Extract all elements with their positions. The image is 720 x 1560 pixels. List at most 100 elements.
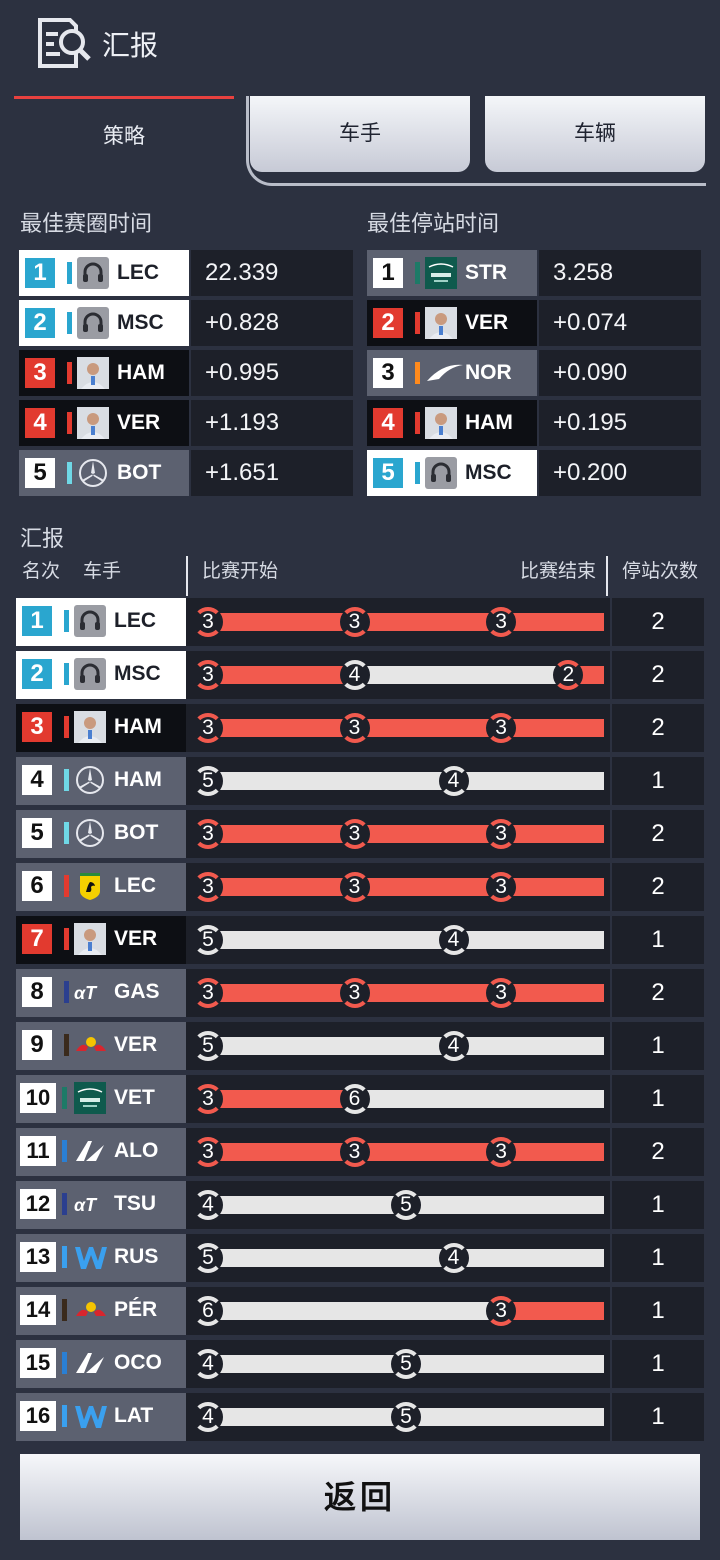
team-color-bar xyxy=(64,1034,69,1056)
time-value: +0.074 xyxy=(539,300,701,346)
team-color-bar xyxy=(64,716,69,738)
report-row[interactable]: 6 LEC 3 3 3 2 xyxy=(14,863,706,911)
driver-name: HAM xyxy=(117,361,165,384)
stint-timeline: 54 xyxy=(186,916,610,964)
back-button[interactable]: 返回 xyxy=(20,1454,700,1540)
driver-cell: 16 LAT xyxy=(16,1393,186,1441)
podium-row: 4 HAM +0.195 xyxy=(367,400,701,446)
team-color-bar xyxy=(62,1352,67,1374)
report-row[interactable]: 8 αT GAS 3 3 3 2 xyxy=(14,969,706,1017)
report-row[interactable]: 1 LEC 3 3 3 2 xyxy=(14,598,706,646)
stint-bar xyxy=(501,1302,604,1320)
pit-stop-count: 2 xyxy=(612,704,704,752)
driver-name: MSC xyxy=(114,662,161,685)
driver-name: LAT xyxy=(114,1404,154,1427)
position-badge: 2 xyxy=(22,659,52,689)
time-value: +0.828 xyxy=(191,300,353,346)
stint-bar xyxy=(354,666,569,684)
stint-bar xyxy=(208,1037,454,1055)
headset-icon xyxy=(77,257,109,289)
tab-bar: 策略 车手 车辆 xyxy=(14,96,706,188)
report-row[interactable]: 13 RUS 541 xyxy=(14,1234,706,1282)
header: 汇报 xyxy=(0,0,720,92)
stint-timeline: 3 3 3 xyxy=(186,863,610,911)
best-lap-label: 最佳赛圈时间 xyxy=(20,211,153,236)
stint-timeline: 3 3 3 xyxy=(186,969,610,1017)
time-value: +1.193 xyxy=(191,400,353,446)
report-row[interactable]: 3 HAM 3 3 3 2 xyxy=(14,704,706,752)
tyre-compound-icon: 3 xyxy=(486,607,517,637)
tyre-compound-icon: 4 xyxy=(438,1243,469,1273)
driver-name: VET xyxy=(114,1086,155,1109)
team-color-bar xyxy=(415,362,420,384)
pit-stop-count: 1 xyxy=(612,916,704,964)
team-color-bar xyxy=(64,610,69,632)
alpine-logo xyxy=(74,1347,106,1379)
stint-timeline: 54 xyxy=(186,757,610,805)
tyre-compound-icon: 4 xyxy=(438,925,469,955)
driver-cell: 12 αT TSU xyxy=(16,1181,186,1229)
tab-vehicles[interactable]: 车辆 xyxy=(485,96,705,172)
stint-bar xyxy=(501,825,604,843)
report-row[interactable]: 4 HAM 541 xyxy=(14,757,706,805)
report-row[interactable]: 15 OCO 451 xyxy=(14,1340,706,1388)
tyre-compound-icon: 3 xyxy=(339,713,370,743)
stint-bar xyxy=(208,1143,355,1161)
stint-bar xyxy=(208,1249,454,1267)
report-row[interactable]: 2 MSC 3422 xyxy=(14,651,706,699)
driver-name: VER xyxy=(465,311,509,334)
tyre-compound-icon: 5 xyxy=(391,1349,421,1379)
ferrari-horse-icon xyxy=(74,870,106,902)
time-value: +0.200 xyxy=(539,450,701,496)
report-row[interactable]: 9 VER 541 xyxy=(14,1022,706,1070)
report-row[interactable]: 10 VET 361 xyxy=(14,1075,706,1123)
alphatauri-logo: αT xyxy=(74,976,106,1008)
williams-logo xyxy=(74,1241,107,1273)
stint-timeline: 3 3 3 xyxy=(186,1128,610,1176)
driver-name: BOT xyxy=(114,821,159,844)
report-row[interactable]: 7 VER 541 xyxy=(14,916,706,964)
tyre-compound-icon: 3 xyxy=(193,978,223,1008)
stint-bar xyxy=(208,613,355,631)
driver-name: RUS xyxy=(114,1245,159,1268)
driver-name: OCO xyxy=(114,1351,162,1374)
headset-icon xyxy=(74,605,106,637)
tyre-compound-icon: 5 xyxy=(193,1031,223,1061)
driver-cell: 5 BOT xyxy=(19,450,189,496)
pit-stop-count: 2 xyxy=(612,810,704,858)
driver-cell: 3 NOR xyxy=(367,350,537,396)
driver-photo xyxy=(77,357,109,389)
driver-name: VER xyxy=(114,1033,158,1056)
red-bull-logo xyxy=(74,1294,106,1326)
pit-stop-count: 1 xyxy=(612,1340,704,1388)
report-row[interactable]: 11 ALO 3 3 3 2 xyxy=(14,1128,706,1176)
alpine-logo xyxy=(74,1135,106,1167)
position-badge: 2 xyxy=(373,308,403,338)
driver-name: ALO xyxy=(114,1139,159,1162)
driver-cell: 8 αT GAS xyxy=(16,969,186,1017)
pit-stop-count: 1 xyxy=(612,1287,704,1335)
tab-strategy[interactable]: 策略 xyxy=(14,96,234,175)
stint-bar xyxy=(354,1143,502,1161)
position-badge: 13 xyxy=(20,1242,56,1272)
report-row[interactable]: 12 αT TSU 451 xyxy=(14,1181,706,1229)
stint-bar xyxy=(354,984,502,1002)
tab-drivers[interactable]: 车手 xyxy=(250,96,470,172)
position-badge: 3 xyxy=(22,712,52,742)
headset-icon xyxy=(74,658,106,690)
stint-timeline: 63 xyxy=(186,1287,610,1335)
stint-bar xyxy=(208,666,355,684)
best-pit-label: 最佳停站时间 xyxy=(367,211,500,236)
driver-name: LEC xyxy=(114,874,156,897)
report-row[interactable]: 14 PÉR 631 xyxy=(14,1287,706,1335)
tyre-compound-icon: 3 xyxy=(193,660,223,690)
position-badge: 4 xyxy=(25,408,55,438)
report-row[interactable]: 5 BOT 3 3 3 2 xyxy=(14,810,706,858)
report-row[interactable]: 16 LAT 451 xyxy=(14,1393,706,1441)
position-badge: 7 xyxy=(22,924,52,954)
driver-cell: 4 VER xyxy=(19,400,189,446)
tyre-compound-icon: 3 xyxy=(486,1137,517,1167)
alphatauri-logo: αT xyxy=(74,1188,106,1220)
stint-bar xyxy=(208,1302,502,1320)
tyre-compound-icon: 3 xyxy=(193,713,223,743)
